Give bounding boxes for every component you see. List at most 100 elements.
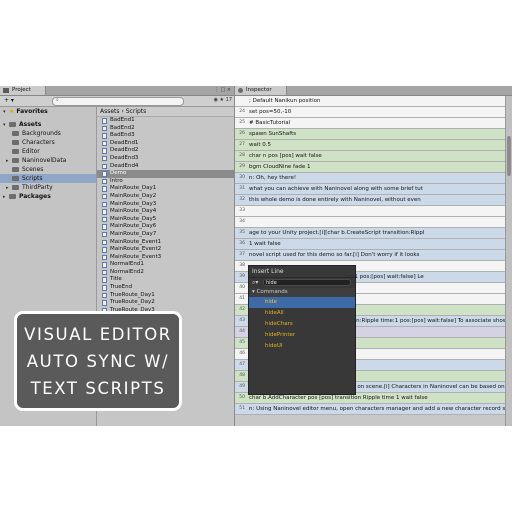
line-number: 49: [239, 384, 245, 389]
line-text[interactable]: ; Default Nanikun position: [249, 98, 320, 104]
packages-folder[interactable]: ▸ Packages: [0, 192, 96, 201]
command-item[interactable]: hide: [249, 297, 355, 308]
line-text[interactable]: wait 0.5: [249, 142, 271, 148]
script-line[interactable]: 27 wait 0.5: [235, 140, 505, 151]
assets-folder[interactable]: ▾ Assets: [0, 120, 96, 129]
file-item[interactable]: MainRoute_Day1: [97, 185, 234, 193]
line-number: 24: [239, 109, 245, 114]
line-text[interactable]: # BasicTutorial: [249, 120, 290, 126]
script-line[interactable]: 29 bgm CloudNine fade 1: [235, 162, 505, 173]
file-item[interactable]: Intro: [97, 178, 234, 186]
file-item[interactable]: BadEnd3: [97, 132, 234, 140]
line-number: 28: [239, 153, 245, 158]
file-item[interactable]: MainRoute_Event1: [97, 239, 234, 247]
tree-item-thirdparty[interactable]: ▸ ThirdParty: [0, 183, 96, 192]
search-icon: ⌕: [56, 97, 59, 103]
line-number: 39: [239, 274, 245, 279]
script-line[interactable]: 37 novel script used for this demo so far…: [235, 250, 505, 261]
toolbar-icons[interactable]: ◉ ★ 17: [214, 97, 232, 103]
line-text[interactable]: n: Oh, hey there!: [249, 175, 296, 181]
window-menu-icon[interactable]: ⋮ □ ×: [214, 87, 231, 93]
breadcrumb[interactable]: Assets › Scripts: [97, 107, 234, 117]
script-line[interactable]: 36 1 wait false: [235, 239, 505, 250]
file-item[interactable]: TrueRoute_Day1: [97, 292, 234, 300]
popup-search-input[interactable]: hide: [263, 279, 351, 286]
file-item[interactable]: MainRoute_Day3: [97, 201, 234, 209]
project-search-input[interactable]: ⌕: [52, 97, 184, 106]
line-text[interactable]: novel script used for this demo so far.[…: [249, 252, 419, 258]
script-line[interactable]: ; Default Nanikun position: [235, 96, 505, 107]
line-text[interactable]: age to your Unity project.[i][char b.Cre…: [249, 230, 424, 236]
script-line[interactable]: 34: [235, 217, 505, 228]
script-line[interactable]: 33: [235, 206, 505, 217]
file-item[interactable]: MainRoute_Day2: [97, 193, 234, 201]
file-item[interactable]: DeadEnd2: [97, 147, 234, 155]
line-text[interactable]: char n pos [pos] wait false: [249, 153, 322, 159]
scrollbar-thumb[interactable]: [507, 136, 511, 176]
file-item[interactable]: MainRoute_Event2: [97, 246, 234, 254]
banner-line-2: AUTO SYNC W/: [26, 352, 170, 371]
line-number: 51: [239, 406, 245, 411]
file-item[interactable]: MainRoute_Day5: [97, 216, 234, 224]
script-line[interactable]: 51 n: Using Naninovel editor menu, open c…: [235, 404, 505, 415]
line-number: 26: [239, 131, 245, 136]
file-item[interactable]: NormalEnd1: [97, 261, 234, 269]
script-line[interactable]: 31 what you can achieve with Naninovel al…: [235, 184, 505, 195]
line-text[interactable]: set pos=50,-10: [249, 109, 291, 115]
script-line[interactable]: 24 set pos=50,-10: [235, 107, 505, 118]
tab-inspector[interactable]: Inspector: [235, 86, 287, 95]
command-item[interactable]: hideChars: [249, 319, 355, 330]
favorites-header[interactable]: ▾ ★ Favorites: [0, 107, 96, 116]
file-item[interactable]: DeadEnd3: [97, 155, 234, 163]
file-item[interactable]: BadEnd2: [97, 125, 234, 133]
command-item[interactable]: hideAll: [249, 308, 355, 319]
line-number: 43: [239, 318, 245, 323]
line-number: 34: [239, 219, 245, 224]
file-item[interactable]: TrueEnd: [97, 284, 234, 292]
file-item[interactable]: Title: [97, 276, 234, 284]
tab-project[interactable]: Project: [0, 86, 46, 95]
script-line[interactable]: 25 # BasicTutorial: [235, 118, 505, 129]
file-item[interactable]: MainRoute_Day7: [97, 231, 234, 239]
file-item[interactable]: TrueRoute_Day2: [97, 299, 234, 307]
script-line[interactable]: 26 spawn SunShafts: [235, 129, 505, 140]
folder-icon: [12, 131, 19, 136]
line-text[interactable]: n: Using Naninovel editor menu, open cha…: [249, 406, 505, 412]
tree-item-backgrounds[interactable]: Backgrounds: [0, 129, 96, 138]
tree-item-scripts[interactable]: Scripts: [0, 174, 96, 183]
file-item[interactable]: BadEnd1: [97, 117, 234, 125]
file-item[interactable]: MainRoute_Event3: [97, 254, 234, 262]
file-item[interactable]: NormalEnd2: [97, 269, 234, 277]
tree-item-scenes[interactable]: Scenes: [0, 165, 96, 174]
line-text[interactable]: what you can achieve with Naninovel alon…: [249, 186, 423, 192]
tree-item-naninoveldata[interactable]: ▸ NaninovelData: [0, 156, 96, 165]
file-item[interactable]: DeadEnd4: [97, 163, 234, 171]
tree-item-editor[interactable]: Editor: [0, 147, 96, 156]
line-number: 46: [239, 351, 245, 356]
line-number: 31: [239, 186, 245, 191]
line-text[interactable]: char b.AddCharacter pos [pos] transition…: [249, 395, 428, 401]
script-line[interactable]: 32 this whole demo is done entirely with …: [235, 195, 505, 206]
command-item[interactable]: hidePrinter: [249, 330, 355, 341]
line-number: 36: [239, 241, 245, 246]
line-text[interactable]: this whole demo is done entirely with Na…: [249, 197, 421, 203]
folder-icon: [12, 167, 19, 172]
script-line[interactable]: 30 n: Oh, hey there!: [235, 173, 505, 184]
command-item[interactable]: hideUI: [249, 341, 355, 352]
script-line[interactable]: 35 age to your Unity project.[i][char b.C…: [235, 228, 505, 239]
file-item[interactable]: MainRoute_Day4: [97, 208, 234, 216]
line-text[interactable]: 1 wait false: [249, 241, 281, 247]
folder-icon: [12, 185, 19, 190]
file-item[interactable]: DeadEnd1: [97, 140, 234, 148]
commands-category[interactable]: ▾ Commands: [249, 288, 355, 297]
file-item[interactable]: MainRoute_Day6: [97, 223, 234, 231]
line-text[interactable]: spawn SunShafts: [249, 131, 296, 137]
inspector-scrollbar[interactable]: [505, 96, 512, 426]
script-line[interactable]: 28 char n pos [pos] wait false: [235, 151, 505, 162]
tree-item-characters[interactable]: Characters: [0, 138, 96, 147]
line-text[interactable]: bgm CloudNine fade 1: [249, 164, 311, 170]
file-item[interactable]: Demo: [97, 170, 234, 178]
create-button[interactable]: + ▾: [4, 97, 14, 104]
line-number: 32: [239, 197, 245, 202]
line-number: 48: [239, 373, 245, 378]
